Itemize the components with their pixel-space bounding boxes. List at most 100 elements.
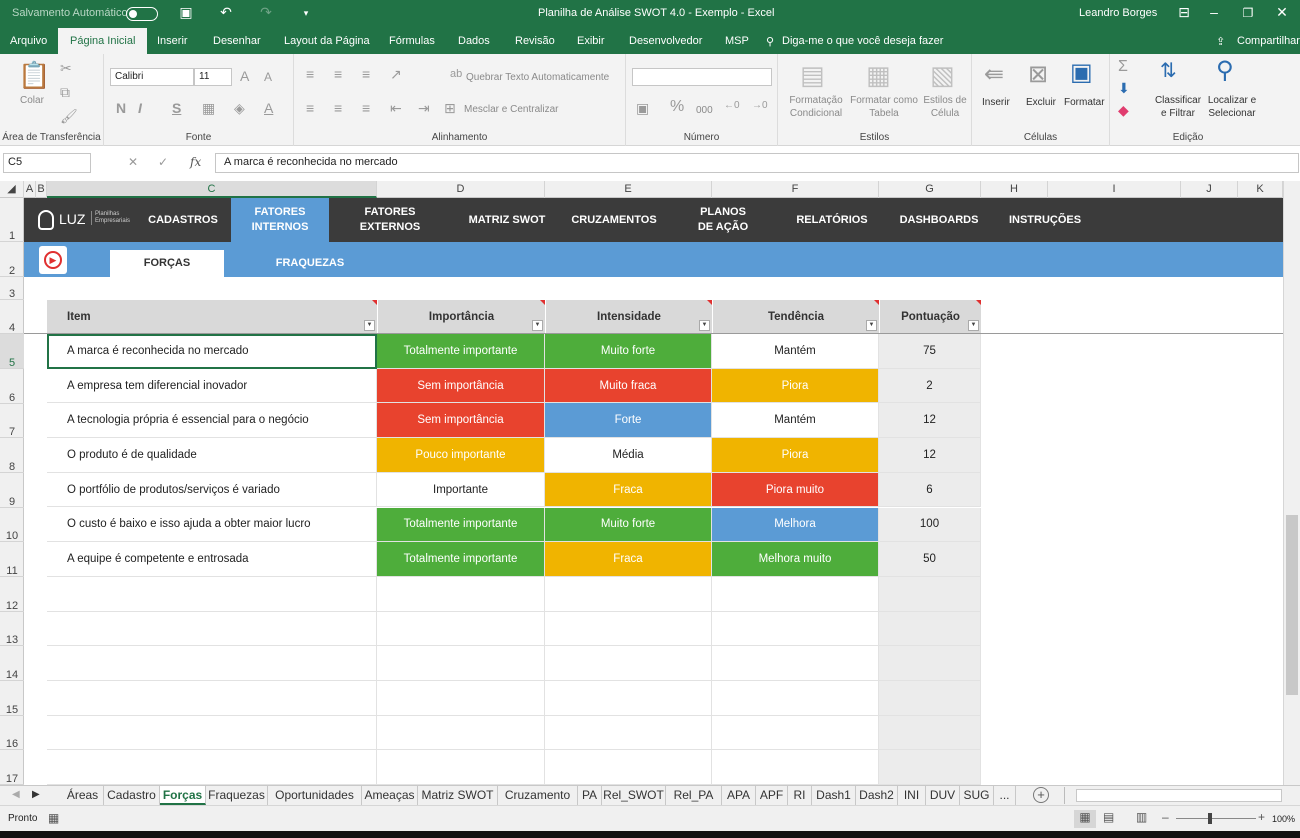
empty-cell[interactable] (47, 715, 377, 751)
page-layout-view-icon[interactable]: ▤ (1103, 810, 1114, 824)
empty-cell[interactable] (377, 750, 545, 786)
cell-tendencia[interactable]: Mantém (712, 403, 879, 439)
cell-item[interactable]: O portfólio de produtos/serviços é varia… (47, 472, 377, 508)
cell-styles-button[interactable]: Estilos de Célula (920, 94, 970, 120)
format-table-button[interactable]: Formatar como Tabela (848, 94, 920, 120)
cell-importancia[interactable]: Importante (377, 472, 545, 508)
empty-cell[interactable] (377, 681, 545, 716)
confirm-entry-icon[interactable]: ✓ (158, 155, 168, 169)
empty-cell[interactable] (47, 611, 377, 647)
sheet-tab[interactable]: RI (788, 786, 812, 805)
undo-icon[interactable]: ↶ (216, 4, 236, 21)
empty-cell[interactable] (545, 611, 712, 647)
cell-intensidade[interactable]: Fraca (545, 542, 712, 577)
font-size-combo[interactable]: 11 (194, 68, 232, 86)
page-break-view-icon[interactable]: ▥ (1136, 810, 1147, 824)
paste-button[interactable]: Colar (20, 94, 44, 107)
column-header-f[interactable]: F (712, 181, 879, 198)
column-header-i[interactable]: I (1048, 181, 1181, 198)
empty-cell[interactable] (545, 576, 712, 612)
share-icon[interactable]: ⇪ (1216, 35, 1225, 48)
format-painter-icon[interactable]: 🖌 (60, 108, 78, 125)
cell-pontuacao[interactable]: 6 (879, 472, 981, 508)
borders-icon[interactable]: ▦ (202, 100, 215, 117)
sheet-tab[interactable]: Matriz SWOT (418, 786, 498, 805)
zoom-out-icon[interactable]: – (1162, 810, 1169, 824)
cell-pontuacao[interactable]: 50 (879, 542, 981, 577)
column-header-d[interactable]: D (377, 181, 545, 198)
nav-relatorios[interactable]: RELATÓRIOS (792, 198, 872, 242)
column-header-e[interactable]: E (545, 181, 712, 198)
subtab-forcas[interactable]: FORÇAS (110, 250, 224, 277)
cell-item[interactable]: A equipe é competente e entrosada (47, 542, 377, 577)
tab-dados[interactable]: Dados (458, 35, 490, 47)
empty-cell[interactable] (879, 681, 981, 716)
next-sheet-icon[interactable]: ▶ (32, 789, 40, 800)
cell-item[interactable]: A empresa tem diferencial inovador (47, 368, 377, 404)
paste-icon[interactable]: 📋 (18, 60, 50, 90)
row-header-16[interactable]: 16 (0, 716, 24, 750)
cell-importancia[interactable]: Sem importância (377, 403, 545, 439)
cancel-entry-icon[interactable]: ✕ (128, 155, 138, 169)
decrease-indent-icon[interactable]: ⇤ (390, 100, 402, 117)
column-header-b[interactable]: B (36, 181, 47, 198)
increase-indent-icon[interactable]: ⇥ (418, 100, 430, 117)
sheet-tab[interactable]: Oportunidades (268, 786, 362, 805)
cell-intensidade[interactable]: Fraca (545, 472, 712, 508)
empty-cell[interactable] (879, 646, 981, 681)
format-cells-icon[interactable]: ▣ (1070, 58, 1093, 87)
nav-cadastros[interactable]: CADASTROS (142, 198, 224, 242)
sheet-tab[interactable]: Dash1 (812, 786, 856, 805)
empty-cell[interactable] (879, 715, 981, 751)
merge-center-button[interactable]: Mesclar e Centralizar (464, 103, 558, 116)
cell-pontuacao[interactable]: 2 (879, 368, 981, 404)
maximize-icon[interactable]: ❐ (1238, 6, 1258, 20)
nav-cruzamentos[interactable]: CRUZAMENTOS (568, 198, 660, 242)
sheet-tab[interactable]: Rel_SWOT (602, 786, 666, 805)
nav-fatores-externos[interactable]: FATORES EXTERNOS (342, 198, 438, 242)
row-header-4[interactable]: 4 (0, 300, 24, 334)
tab-exibir[interactable]: Exibir (577, 35, 605, 47)
sheet-tab[interactable]: DUV (926, 786, 960, 805)
row-header-10[interactable]: 10 (0, 508, 24, 542)
minimize-icon[interactable]: – (1204, 4, 1224, 20)
shrink-font-icon[interactable]: A (264, 70, 272, 84)
font-name-combo[interactable]: Calibri (110, 68, 194, 86)
cell-importancia[interactable]: Sem importância (377, 368, 545, 404)
row-header-13[interactable]: 13 (0, 612, 24, 646)
tab-desenhar[interactable]: Desenhar (213, 35, 261, 47)
thousands-icon[interactable]: 000 (696, 104, 713, 117)
share-button[interactable]: Compartilhar (1237, 35, 1300, 47)
column-header-h[interactable]: H (981, 181, 1048, 198)
cell-intensidade[interactable]: Média (545, 438, 712, 473)
autosave-toggle[interactable] (126, 7, 158, 21)
name-box[interactable]: C5 (3, 153, 91, 173)
orientation-icon[interactable]: ↗ (390, 66, 402, 83)
cut-icon[interactable]: ✂ (60, 60, 72, 77)
underline-icon[interactable]: S (172, 100, 181, 116)
conditional-format-button[interactable]: Formatação Condicional (784, 94, 848, 120)
sheet-tab[interactable]: Forças (160, 786, 206, 805)
video-button[interactable]: ▶ (39, 246, 67, 274)
cell-item[interactable]: O custo é baixo e isso ajuda a obter mai… (47, 507, 377, 543)
tab-inserir[interactable]: Inserir (157, 35, 188, 47)
column-header-g[interactable]: G (879, 181, 981, 198)
column-header-a[interactable]: A (24, 181, 36, 198)
sheet-tab[interactable]: INI (898, 786, 926, 805)
cell-tendencia[interactable]: Mantém (712, 334, 879, 369)
filter-dropdown-icon[interactable]: ▼ (532, 320, 543, 331)
cell-intensidade[interactable]: Forte (545, 403, 712, 439)
filter-dropdown-icon[interactable]: ▼ (699, 320, 710, 331)
cell-styles-icon[interactable]: ▧ (930, 60, 955, 91)
delete-cells-icon[interactable]: ⊠ (1028, 60, 1048, 89)
currency-icon[interactable]: ▣ (636, 100, 649, 117)
row-header-9[interactable]: 9 (0, 473, 24, 508)
macro-record-icon[interactable]: ▦ (48, 811, 59, 825)
save-icon[interactable]: ▣ (176, 4, 196, 21)
sheet-tab[interactable]: APA (722, 786, 756, 805)
sheet-tab[interactable]: Fraquezas (206, 786, 268, 805)
search-icon[interactable]: ⚲ (766, 35, 774, 48)
autosum-icon[interactable]: Σ (1118, 58, 1128, 76)
bold-icon[interactable]: N (116, 100, 126, 116)
empty-cell[interactable] (879, 750, 981, 786)
